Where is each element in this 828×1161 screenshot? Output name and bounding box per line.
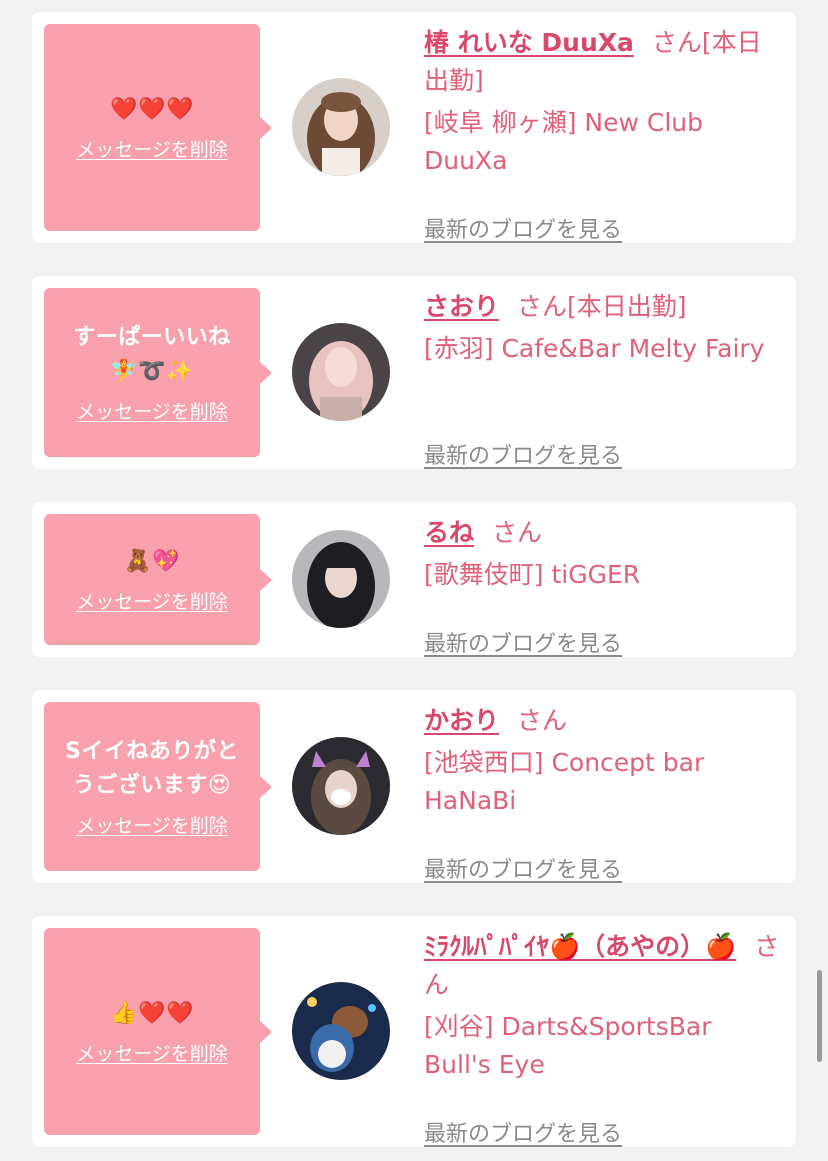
cast-suffix: さん — [492, 518, 543, 547]
message-text: 🧸💖 — [124, 549, 180, 574]
profile-photo-black-hair-icon — [292, 530, 390, 628]
cast-info: ﾐﾗｸﾙﾊﾟﾊﾟｲﾔ🍎（あやの）🍎 さん [刈谷] Darts&SportsBar… — [424, 928, 780, 1147]
message-text: ❤️❤️❤️ — [110, 97, 194, 122]
cast-info: 椿 れいな DuuXa さん[本日出勤] [岐阜 柳ヶ瀬] New Club Du… — [424, 24, 780, 243]
profile-photo-light-pink-hair-icon — [292, 323, 390, 421]
latest-blog-link[interactable]: 最新のブログを見る — [424, 438, 622, 470]
avatar[interactable] — [292, 323, 390, 421]
message-card: 🧸💖 メッセージを削除 るね さん [歌舞伎町] tiGGER 最新のブログを見る — [32, 502, 796, 657]
cast-suffix: さん — [517, 706, 568, 735]
latest-blog-link[interactable]: 最新のブログを見る — [424, 852, 622, 884]
message-card: ❤️❤️❤️ メッセージを削除 椿 れいな DuuXa さん[本日出勤] [岐阜 … — [32, 12, 796, 243]
profile-photo-cat-filter-icon — [292, 737, 390, 835]
avatar[interactable] — [292, 737, 390, 835]
message-bubble: ❤️❤️❤️ メッセージを削除 — [44, 24, 272, 231]
cast-info: かおり さん [池袋西口] Concept bar HaNaBi 最新のブログを見… — [424, 702, 780, 883]
delete-message-link[interactable]: メッセージを削除 — [76, 811, 228, 838]
message-bubble: 🧸💖 メッセージを削除 — [44, 514, 272, 645]
message-bubble: すーぱーいいね 🧚➰✨ メッセージを削除 — [44, 288, 272, 457]
message-text: 👍❤️❤️ — [110, 1001, 194, 1026]
message-card: 👍❤️❤️ メッセージを削除 ﾐﾗｸﾙﾊﾟﾊﾟｲﾔ🍎（あやの）🍎 さん [刈谷] … — [32, 916, 796, 1147]
message-card: Sイイねありがと うございます😍 メッセージを削除 かおり さん [池袋西口] C… — [32, 690, 796, 883]
cast-suffix: さん[本日出勤] — [517, 292, 687, 321]
shop-name: [歌舞伎町] tiGGER — [424, 560, 641, 589]
scrollbar[interactable] — [817, 970, 822, 1062]
profile-photo-long-brown-hair-icon — [292, 78, 390, 176]
cast-name-link[interactable]: るね — [424, 518, 474, 547]
latest-blog-link[interactable]: 最新のブログを見る — [424, 626, 622, 658]
delete-message-link[interactable]: メッセージを削除 — [76, 397, 228, 424]
shop-name: [刈谷] Darts&SportsBar Bull's Eye — [424, 1012, 712, 1079]
avatar[interactable] — [292, 982, 390, 1080]
message-bubble: 👍❤️❤️ メッセージを削除 — [44, 928, 272, 1135]
cast-name-link[interactable]: かおり — [424, 706, 499, 735]
message-text: Sイイねありがと うございます😍 — [65, 739, 239, 798]
message-text: すーぱーいいね 🧚➰✨ — [73, 325, 231, 384]
avatar[interactable] — [292, 530, 390, 628]
latest-blog-link[interactable]: 最新のブログを見る — [424, 212, 622, 244]
message-card: すーぱーいいね 🧚➰✨ メッセージを削除 さおり さん[本日出勤] [赤羽] Ca… — [32, 276, 796, 469]
cast-name-link[interactable]: ﾐﾗｸﾙﾊﾟﾊﾟｲﾔ🍎（あやの）🍎 — [424, 932, 736, 961]
shop-name: [池袋西口] Concept bar HaNaBi — [424, 748, 705, 815]
delete-message-link[interactable]: メッセージを削除 — [76, 587, 228, 614]
profile-photo-mascot-costume-icon — [292, 982, 390, 1080]
shop-name: [赤羽] Cafe&Bar Melty Fairy — [424, 334, 765, 363]
cast-info: るね さん [歌舞伎町] tiGGER 最新のブログを見る — [424, 514, 780, 657]
delete-message-link[interactable]: メッセージを削除 — [76, 1039, 228, 1066]
cast-name-link[interactable]: 椿 れいな DuuXa — [424, 28, 634, 57]
avatar[interactable] — [292, 78, 390, 176]
cast-name-link[interactable]: さおり — [424, 292, 499, 321]
delete-message-link[interactable]: メッセージを削除 — [76, 135, 228, 162]
cast-info: さおり さん[本日出勤] [赤羽] Cafe&Bar Melty Fairy 最新… — [424, 288, 780, 469]
message-bubble: Sイイねありがと うございます😍 メッセージを削除 — [44, 702, 272, 871]
latest-blog-link[interactable]: 最新のブログを見る — [424, 1116, 622, 1148]
shop-name: [岐阜 柳ヶ瀬] New Club DuuXa — [424, 108, 703, 175]
